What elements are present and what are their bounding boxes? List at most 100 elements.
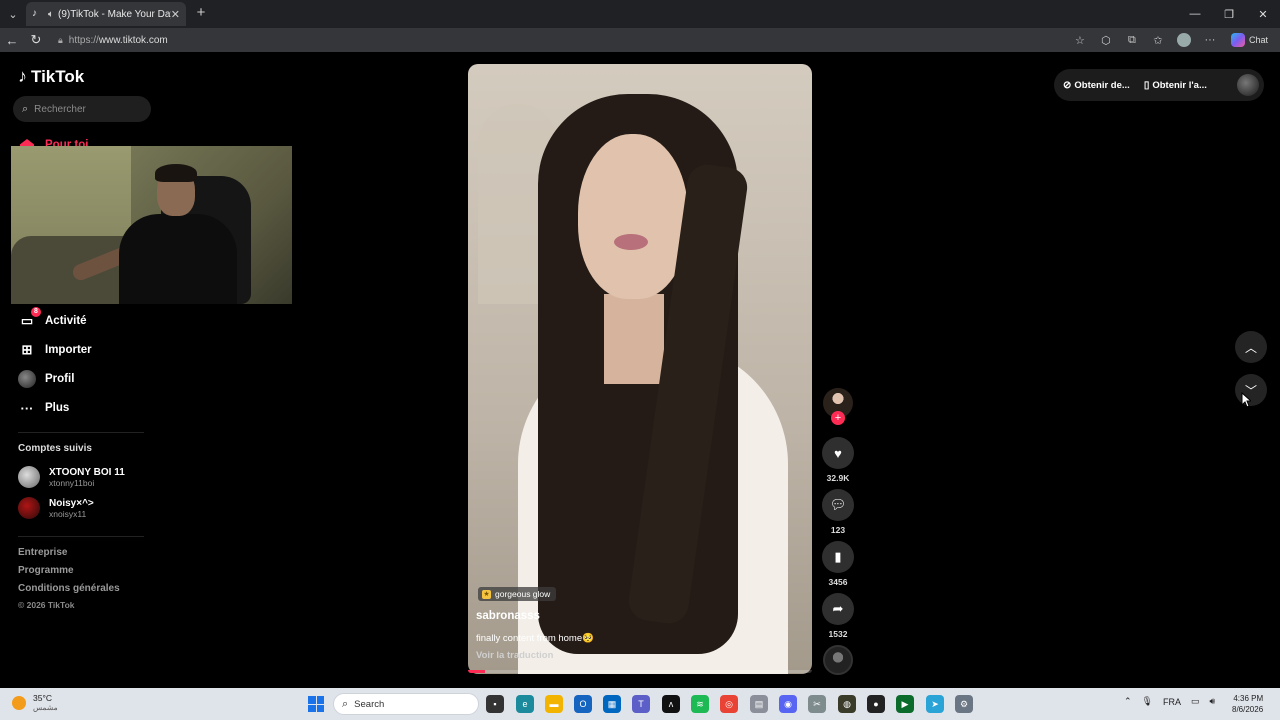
speaker-icon[interactable]: 🔈︎	[48, 9, 54, 20]
clock-date: 8/6/2026	[1232, 705, 1264, 714]
clock-time: 4:36 PM	[1233, 694, 1264, 703]
weather-widget[interactable]: 35°C مشمس	[12, 693, 58, 713]
app-icon-green[interactable]: ▶	[896, 695, 914, 713]
tiktok-logo[interactable]: ♪ TikTok	[18, 66, 84, 87]
share-button[interactable]: ➦	[822, 593, 854, 625]
previous-video-button[interactable]: ︿	[1235, 331, 1267, 363]
minimize-button[interactable]: —	[1178, 0, 1212, 28]
follow-plus-icon[interactable]: +	[831, 411, 845, 425]
snipping-tool-icon[interactable]: ✂	[808, 695, 826, 713]
network-icon[interactable]: ▭	[1191, 696, 1200, 707]
browser-tab[interactable]: ♪ 🔈︎ (9)TikTok - Make Your Day ✕	[26, 2, 186, 26]
user-avatar[interactable]	[1237, 74, 1259, 96]
obs-icon[interactable]: ●	[867, 695, 885, 713]
url-host: www.tiktok.com	[98, 34, 168, 46]
address-field[interactable]: 🔒︎ https://www.tiktok.com	[52, 31, 1092, 49]
copilot-chat-button[interactable]: Chat	[1225, 33, 1274, 47]
webcam-overlay	[11, 146, 292, 304]
save-button[interactable]: ▮	[822, 541, 854, 573]
nav-profile[interactable]: Profil	[18, 370, 74, 388]
profile-avatar-icon	[18, 370, 36, 388]
nvidia-icon[interactable]: ʌ	[662, 695, 680, 713]
following-item[interactable]: XTOONY BOI 11 xtonny11boi	[18, 466, 125, 488]
following-name: XTOONY BOI 11	[49, 466, 125, 478]
more-options-icon[interactable]: ···	[1199, 29, 1221, 51]
sun-icon	[12, 696, 26, 710]
volume-icon[interactable]: 🔊︎	[1210, 696, 1216, 707]
footer-link-programme[interactable]: Programme	[18, 565, 74, 576]
bookmark-icon: ▮	[834, 549, 842, 564]
chat-label: Chat	[1248, 35, 1268, 45]
address-toolbar: ← ↻ 🔒︎ https://www.tiktok.com ☆ ⬡ ⧉ ✩ ··…	[0, 28, 1280, 52]
music-disc-icon[interactable]	[823, 645, 853, 675]
profile-avatar[interactable]	[1173, 29, 1195, 51]
taskbar-search-label: Search	[354, 698, 385, 710]
clock[interactable]: 4:36 PM 8/6/2026	[1232, 693, 1263, 715]
nav-activity[interactable]: ▭ 8 Activité	[18, 307, 87, 330]
favorites-icon[interactable]: ✩	[1147, 29, 1169, 51]
video-caption: finally content from home🥺	[476, 633, 594, 644]
like-count: 32.9K	[826, 473, 850, 483]
next-video-button[interactable]: ﹀	[1235, 374, 1267, 406]
language-indicator[interactable]: FRA	[1163, 697, 1181, 707]
get-app-button[interactable]: ▯ Obtenir l'a...	[1144, 80, 1207, 91]
start-button[interactable]	[308, 696, 324, 712]
search-icon: ⌕	[342, 697, 349, 710]
edge-icon[interactable]: e	[516, 695, 534, 713]
tab-actions-menu-icon[interactable]: ⌄	[2, 3, 24, 25]
comment-count: 123	[830, 525, 846, 535]
video-player[interactable]	[468, 64, 812, 674]
footer-link-entreprise[interactable]: Entreprise	[18, 547, 67, 558]
teams-icon[interactable]: T	[632, 695, 650, 713]
discord-icon[interactable]: ◉	[779, 695, 797, 713]
microphone-icon[interactable]: 🎙︎	[1142, 696, 1153, 707]
following-handle: xnoisyx11	[49, 508, 87, 519]
following-item[interactable]: Noisy×^> xnoisyx11	[18, 497, 94, 519]
nav-upload[interactable]: ⊞ Importer	[18, 341, 92, 359]
video-progress-bar[interactable]	[468, 670, 812, 673]
settings-gear-icon[interactable]: ⚙	[955, 695, 973, 713]
get-coins-button[interactable]: ⊘ Obtenir de...	[1063, 80, 1130, 91]
refresh-button[interactable]: ↻	[24, 28, 48, 52]
search-input[interactable]: ⌕ Rechercher	[13, 96, 151, 122]
close-window-button[interactable]: ✕	[1246, 0, 1280, 28]
tiktok-page: ♪ TikTok ⌕ Rechercher Pour toi ▭ 8 Activi…	[0, 52, 1280, 688]
toolbar-right: ☆ ⬡ ⧉ ✩ ··· Chat	[1069, 28, 1274, 52]
video-username[interactable]: sabronasss	[476, 610, 540, 622]
effect-tag-label: gorgeous glow	[495, 589, 551, 599]
favorite-star-icon[interactable]: ☆	[1069, 29, 1091, 51]
nav-more-label: Plus	[45, 402, 70, 414]
see-translation-link[interactable]: Voir la traduction	[476, 650, 553, 661]
save-count: 3456	[828, 577, 848, 587]
calculator-icon[interactable]: ▤	[750, 695, 768, 713]
lock-icon: 🔒︎	[58, 34, 63, 45]
nav-more[interactable]: ··· Plus	[18, 399, 70, 417]
split-screen-icon[interactable]: ⧉	[1121, 29, 1143, 51]
activity-icon: ▭ 8	[18, 307, 41, 330]
comment-button[interactable]: 💬︎	[822, 489, 854, 521]
phone-icon: ▯	[1143, 79, 1150, 91]
back-button[interactable]: ←	[0, 28, 24, 52]
search-icon: ⌕	[22, 102, 29, 115]
extensions-icon[interactable]: ⬡	[1095, 29, 1117, 51]
task-view-icon[interactable]: ▪	[486, 695, 504, 713]
file-explorer-icon[interactable]: ▬	[545, 695, 563, 713]
close-tab-icon[interactable]: ✕	[171, 8, 180, 21]
following-handle: xtonny11boi	[49, 477, 95, 488]
spotify-icon[interactable]: ≋	[691, 695, 709, 713]
chevron-up-icon[interactable]: ⌃	[1124, 696, 1132, 707]
restore-button[interactable]: ❐	[1212, 0, 1246, 28]
store-icon[interactable]: ▦	[603, 695, 621, 713]
chrome-icon[interactable]: ◎	[720, 695, 738, 713]
new-tab-button[interactable]: +	[192, 4, 210, 22]
telegram-icon[interactable]: ➤	[926, 695, 944, 713]
outlook-icon[interactable]: O	[574, 695, 592, 713]
url-scheme: https://	[68, 34, 99, 46]
like-button[interactable]: ♥	[822, 437, 854, 469]
copilot-icon	[1230, 33, 1245, 47]
app-icon[interactable]: ◍	[838, 695, 856, 713]
footer-link-conditions[interactable]: Conditions générales	[18, 583, 120, 594]
effect-tag[interactable]: ★ gorgeous glow	[478, 587, 557, 601]
taskbar-search[interactable]: ⌕ Search	[333, 693, 479, 715]
following-header: Comptes suivis	[18, 443, 92, 454]
